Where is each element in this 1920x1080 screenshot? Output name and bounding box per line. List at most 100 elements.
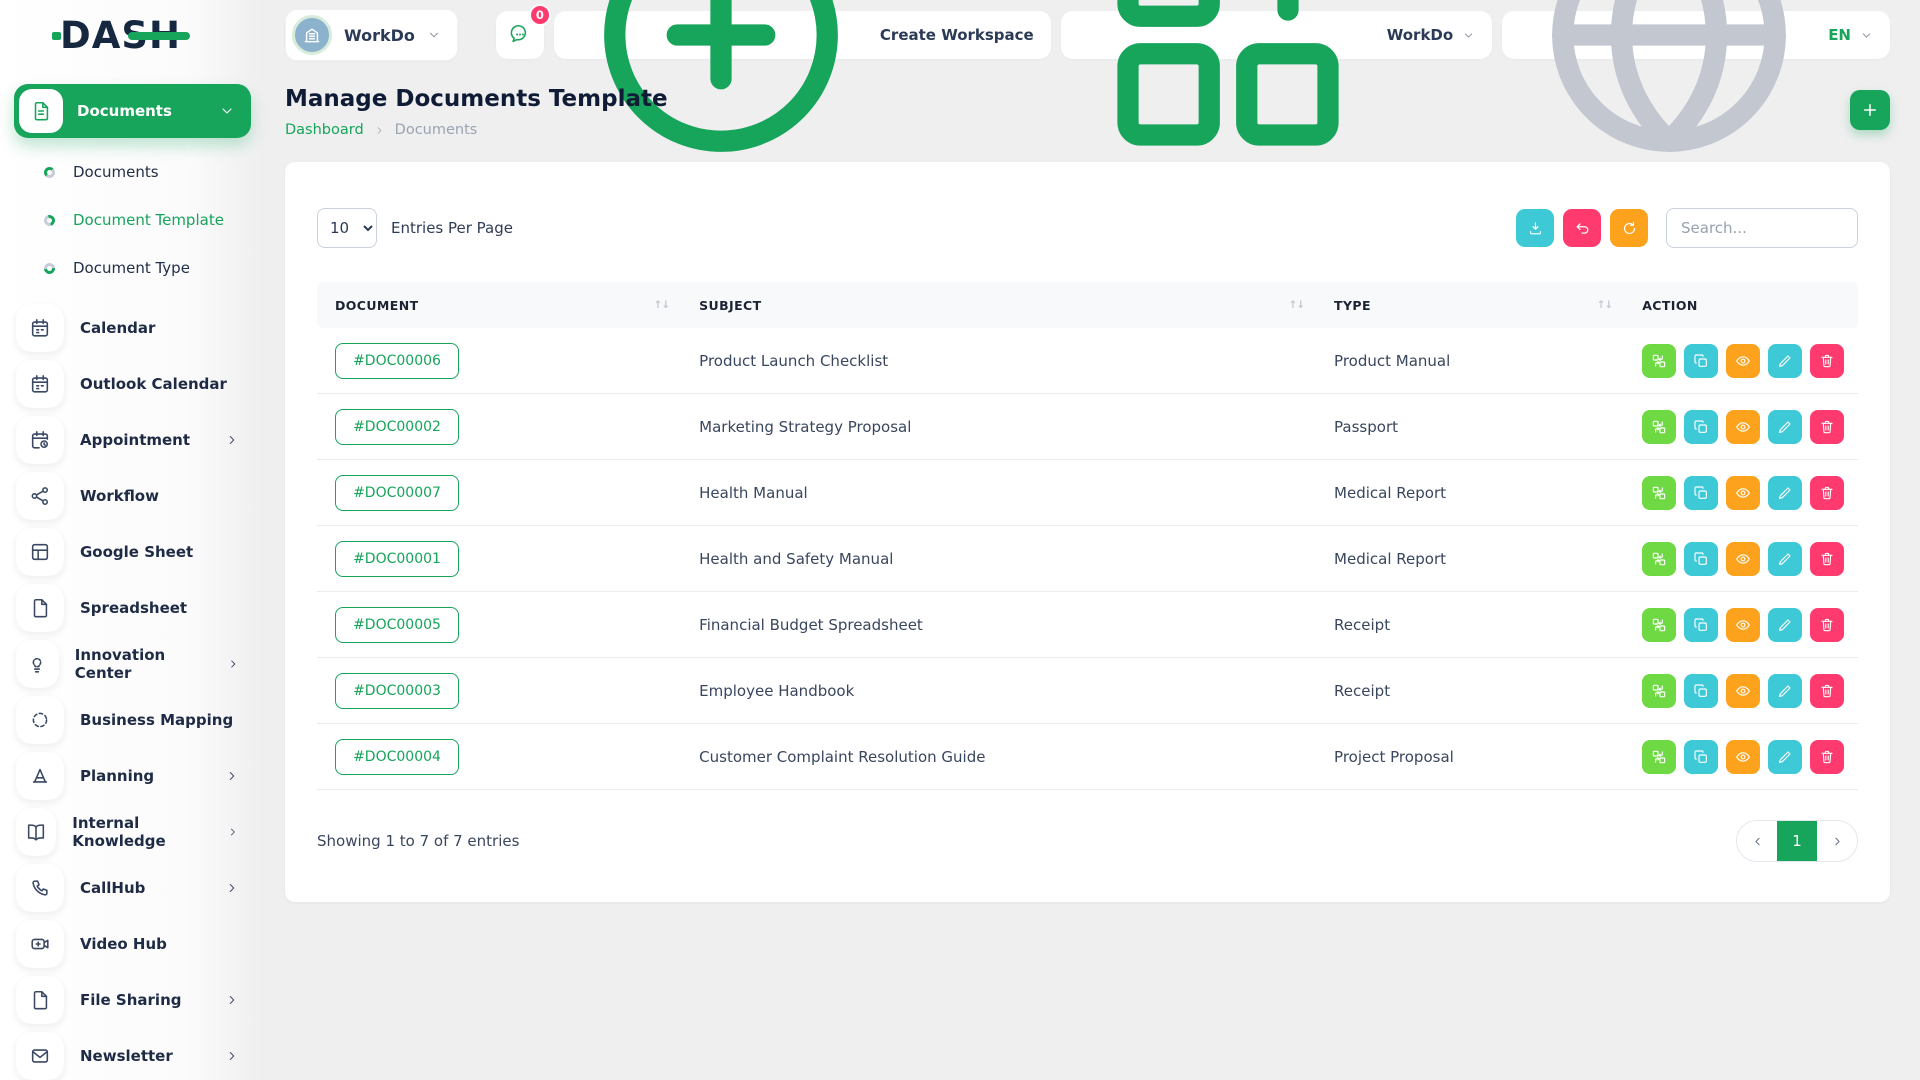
- sidebar-subitem-documents[interactable]: Documents: [44, 148, 251, 196]
- copy-action-button[interactable]: [1684, 542, 1718, 576]
- sidebar-item-workflow[interactable]: Workflow: [16, 468, 247, 524]
- sort-arrows-icon[interactable]: ↑↓: [654, 299, 670, 311]
- search-input[interactable]: [1666, 208, 1858, 248]
- document-id-badge[interactable]: #DOC00001: [335, 541, 459, 577]
- sidebar-item-planning[interactable]: Planning: [16, 748, 247, 804]
- convert-action-button[interactable]: [1642, 608, 1676, 642]
- view-action-button[interactable]: [1726, 608, 1760, 642]
- sidebar-item-appointment[interactable]: Appointment: [16, 412, 247, 468]
- sidebar-item-business-mapping[interactable]: Business Mapping: [16, 692, 247, 748]
- edit-action-button[interactable]: [1768, 542, 1802, 576]
- edit-action-button[interactable]: [1768, 476, 1802, 510]
- sidebar-subitem-document-template[interactable]: Document Template: [44, 196, 251, 244]
- edit-action-button[interactable]: [1768, 410, 1802, 444]
- document-id-badge[interactable]: #DOC00005: [335, 607, 459, 643]
- chevron-down-icon: [219, 103, 235, 119]
- convert-action-button[interactable]: [1642, 476, 1676, 510]
- delete-action-button[interactable]: [1810, 740, 1844, 774]
- subject-cell: Financial Budget Spreadsheet: [699, 616, 1334, 634]
- document-id-badge[interactable]: #DOC00007: [335, 475, 459, 511]
- delete-icon: [1819, 353, 1835, 369]
- copy-action-button[interactable]: [1684, 410, 1718, 444]
- delete-action-button[interactable]: [1810, 410, 1844, 444]
- edit-action-button[interactable]: [1768, 608, 1802, 642]
- convert-icon: [1651, 749, 1667, 765]
- sidebar-item-callhub[interactable]: CallHub: [16, 860, 247, 916]
- column-header-document[interactable]: DOCUMENT↑↓: [317, 298, 699, 313]
- row-actions: [1642, 542, 1858, 576]
- sidebar-subitem-document-type[interactable]: Document Type: [44, 244, 251, 292]
- document-id-badge[interactable]: #DOC00006: [335, 343, 459, 379]
- convert-icon: [1651, 551, 1667, 567]
- type-cell: Medical Report: [1334, 550, 1642, 568]
- convert-action-button[interactable]: [1642, 344, 1676, 378]
- add-template-button[interactable]: [1850, 90, 1890, 130]
- view-action-button[interactable]: [1726, 344, 1760, 378]
- view-action-button[interactable]: [1726, 674, 1760, 708]
- delete-action-button[interactable]: [1810, 476, 1844, 510]
- copy-action-button[interactable]: [1684, 608, 1718, 642]
- chevron-right-icon: [227, 657, 239, 671]
- convert-action-button[interactable]: [1642, 410, 1676, 444]
- reset-button[interactable]: [1563, 209, 1601, 247]
- chevron-right-icon: [374, 125, 385, 136]
- edit-action-button[interactable]: [1768, 344, 1802, 378]
- convert-action-button[interactable]: [1642, 740, 1676, 774]
- sidebar-item-google-sheet[interactable]: Google Sheet: [16, 524, 247, 580]
- export-button[interactable]: [1516, 209, 1554, 247]
- copy-action-button[interactable]: [1684, 674, 1718, 708]
- column-header-subject[interactable]: SUBJECT↑↓: [699, 298, 1334, 313]
- view-action-button[interactable]: [1726, 740, 1760, 774]
- convert-icon: [1651, 617, 1667, 633]
- breadcrumb-dashboard-link[interactable]: Dashboard: [285, 122, 364, 138]
- pagination-prev-button[interactable]: [1737, 820, 1777, 862]
- view-action-button[interactable]: [1726, 476, 1760, 510]
- view-icon: [1735, 551, 1751, 567]
- document-id-badge[interactable]: #DOC00002: [335, 409, 459, 445]
- entries-per-page-select[interactable]: 10: [317, 208, 377, 248]
- sidebar-item-video-hub[interactable]: Video Hub: [16, 916, 247, 972]
- download-icon: [1527, 220, 1544, 237]
- edit-action-button[interactable]: [1768, 740, 1802, 774]
- messages-badge: 0: [529, 4, 551, 26]
- sidebar-item-file-sharing[interactable]: File Sharing: [16, 972, 247, 1028]
- create-workspace-button[interactable]: Create Workspace: [554, 11, 1051, 59]
- subject-cell: Employee Handbook: [699, 682, 1334, 700]
- copy-action-button[interactable]: [1684, 344, 1718, 378]
- sidebar-item-outlook-calendar[interactable]: Outlook Calendar: [16, 356, 247, 412]
- view-action-button[interactable]: [1726, 542, 1760, 576]
- sidebar-item-innovation-center[interactable]: Innovation Center: [16, 636, 247, 692]
- convert-action-button[interactable]: [1642, 674, 1676, 708]
- copy-icon: [1693, 683, 1709, 699]
- delete-action-button[interactable]: [1810, 344, 1844, 378]
- document-id-badge[interactable]: #DOC00004: [335, 739, 459, 775]
- appointment-icon: [16, 416, 64, 464]
- language-selector[interactable]: EN: [1502, 11, 1890, 59]
- document-id-badge[interactable]: #DOC00003: [335, 673, 459, 709]
- workspace-selector[interactable]: WorkDo: [285, 9, 458, 61]
- sort-arrows-icon[interactable]: ↑↓: [1597, 299, 1613, 311]
- app-logo[interactable]: DASH: [0, 0, 265, 70]
- sidebar-item-spreadsheet[interactable]: Spreadsheet: [16, 580, 247, 636]
- convert-action-button[interactable]: [1642, 542, 1676, 576]
- pagination-next-button[interactable]: [1817, 820, 1857, 862]
- column-header-type[interactable]: TYPE↑↓: [1334, 298, 1642, 313]
- sidebar-item-newsletter[interactable]: Newsletter: [16, 1028, 247, 1080]
- sort-arrows-icon[interactable]: ↑↓: [1288, 299, 1304, 311]
- messages-button[interactable]: 0: [496, 11, 544, 59]
- sidebar-item-internal-knowledge[interactable]: Internal Knowledge: [16, 804, 247, 860]
- edit-action-button[interactable]: [1768, 674, 1802, 708]
- copy-action-button[interactable]: [1684, 740, 1718, 774]
- workdo-menu-button[interactable]: WorkDo: [1061, 11, 1492, 59]
- delete-action-button[interactable]: [1810, 674, 1844, 708]
- workspace-name: WorkDo: [344, 26, 415, 45]
- copy-action-button[interactable]: [1684, 476, 1718, 510]
- sidebar-item-calendar[interactable]: Calendar: [16, 300, 247, 356]
- sidebar-group-documents[interactable]: Documents: [14, 84, 251, 138]
- view-action-button[interactable]: [1726, 410, 1760, 444]
- refresh-button[interactable]: [1610, 209, 1648, 247]
- delete-action-button[interactable]: [1810, 542, 1844, 576]
- delete-action-button[interactable]: [1810, 608, 1844, 642]
- convert-icon: [1651, 485, 1667, 501]
- pagination-page-1[interactable]: 1: [1777, 820, 1817, 862]
